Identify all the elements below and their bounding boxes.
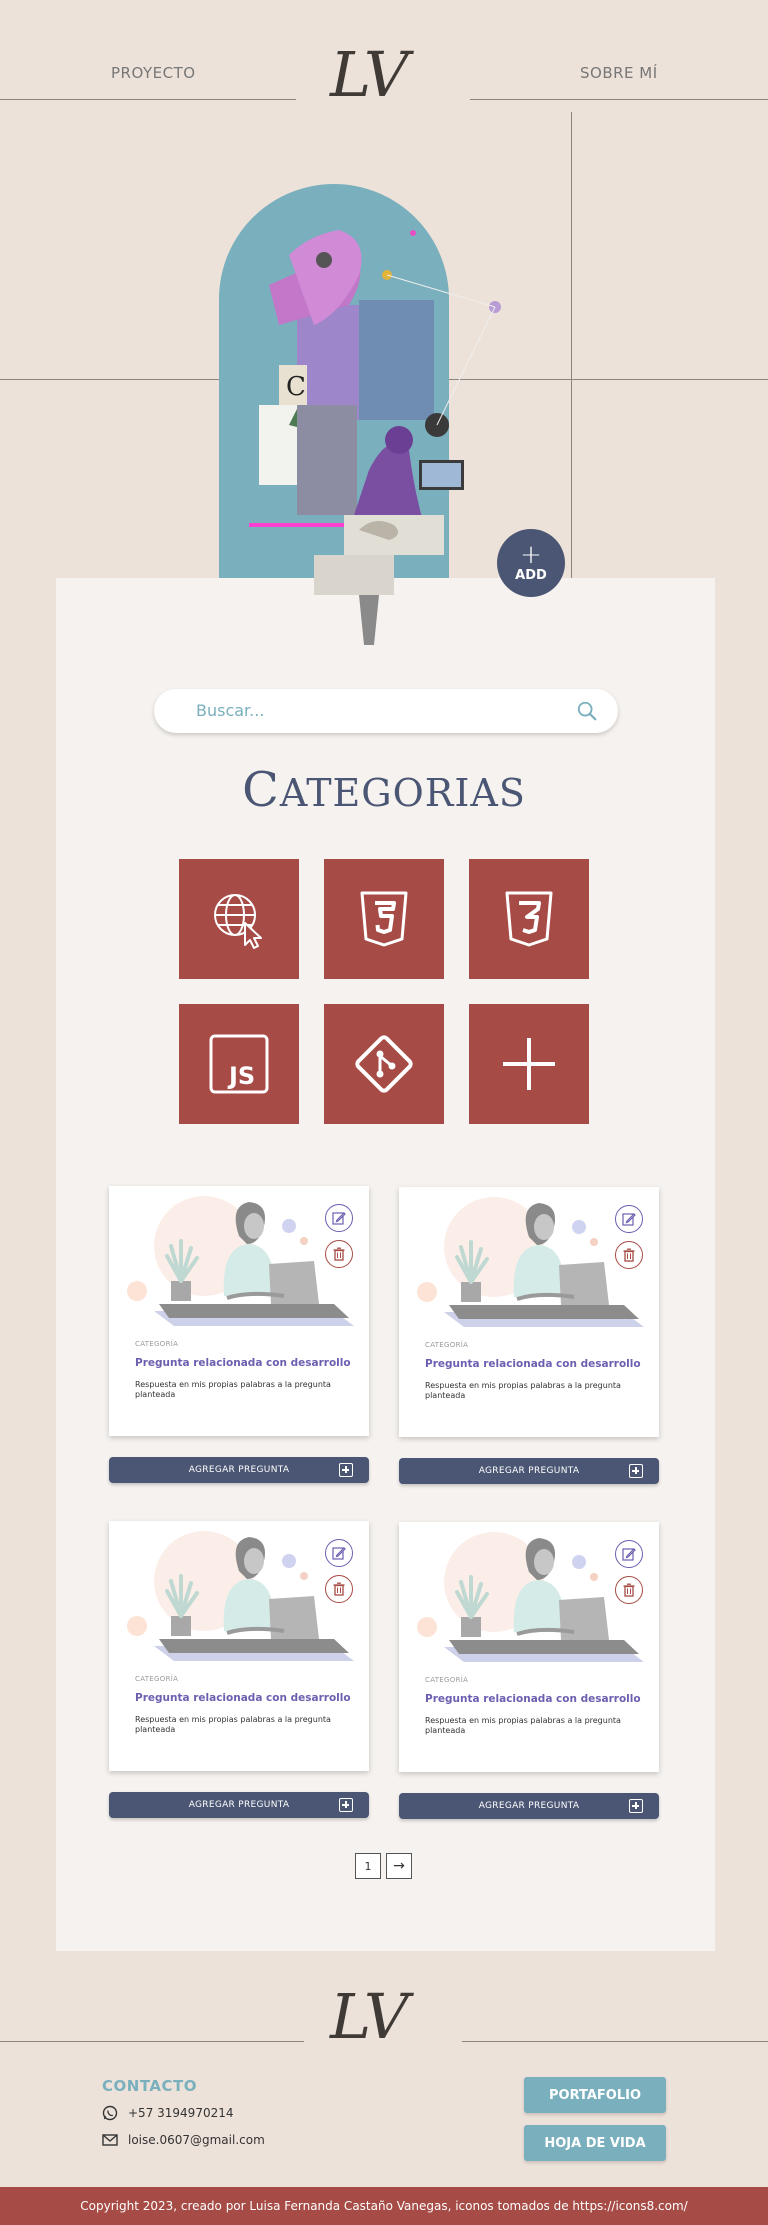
portfolio-button[interactable]: PORTAFOLIO: [524, 2077, 666, 2113]
hero-collage-image: C: [249, 230, 501, 645]
card-question[interactable]: Pregunta relacionada con desarrollo: [425, 1358, 641, 1370]
add-square-icon: [629, 1464, 643, 1478]
git-icon: [355, 1035, 413, 1093]
web-cursor-icon: [214, 894, 262, 949]
search-bar[interactable]: Buscar...: [154, 689, 618, 733]
card-question[interactable]: Pregunta relacionada con desarrollo: [425, 1693, 641, 1705]
css3-icon: [505, 891, 553, 947]
header-divider-right: [470, 99, 768, 100]
add-plus-icon: +: [520, 539, 542, 570]
plus-icon: [503, 1038, 555, 1090]
copyright-bar: Copyright 2023, creado por Luisa Fernand…: [0, 2187, 768, 2225]
header-logo[interactable]: LV: [330, 38, 409, 111]
email-icon: [102, 2134, 118, 2146]
search-icon[interactable]: [576, 700, 598, 722]
add-question-button[interactable]: AGREGAR PREGUNTA: [109, 1792, 369, 1818]
contact-phone[interactable]: +57 3194970214: [102, 2105, 234, 2121]
edit-icon: [332, 1212, 346, 1225]
svg-text:JS: JS: [227, 1062, 255, 1090]
hero-vertical-line: [571, 112, 572, 598]
cv-button[interactable]: HOJA DE VIDA: [524, 2125, 666, 2161]
contact-title: CONTACTO: [102, 2077, 197, 2095]
header: PROYECTO SOBRE MÍ LV: [0, 0, 768, 130]
add-question-button[interactable]: AGREGAR PREGUNTA: [399, 1458, 659, 1484]
add-square-icon: [339, 1463, 353, 1477]
copyright-text: Copyright 2023, creado por Luisa Fernand…: [80, 2199, 688, 2213]
add-button-label: ADD: [515, 567, 547, 583]
nav-link-proyecto[interactable]: PROYECTO: [111, 64, 196, 82]
card-category: CATEGORÍA: [135, 1340, 179, 1348]
category-git[interactable]: [324, 1004, 444, 1124]
add-question-button[interactable]: AGREGAR PREGUNTA: [399, 1793, 659, 1819]
edit-icon: [332, 1547, 346, 1560]
delete-button[interactable]: [615, 1241, 643, 1269]
question-card: CATEGORÍA Pregunta relacionada con desar…: [109, 1521, 369, 1771]
categories-title-initial: C: [242, 762, 280, 818]
edit-button[interactable]: [615, 1205, 643, 1233]
add-question-button[interactable]: AGREGAR PREGUNTA: [109, 1457, 369, 1483]
edit-button[interactable]: [325, 1539, 353, 1567]
javascript-icon: JS: [209, 1034, 269, 1094]
edit-button[interactable]: [325, 1204, 353, 1232]
card-answer: Respuesta en mis propias palabras a la p…: [135, 1380, 331, 1399]
card-category: CATEGORÍA: [425, 1341, 469, 1349]
question-card: CATEGORÍA Pregunta relacionada con desar…: [399, 1187, 659, 1437]
delete-button[interactable]: [615, 1576, 643, 1604]
next-page-button[interactable]: →: [386, 1853, 412, 1879]
header-divider-left: [0, 99, 296, 100]
question-card: CATEGORÍA Pregunta relacionada con desar…: [399, 1522, 659, 1772]
page-number-1[interactable]: 1: [355, 1853, 381, 1879]
search-input[interactable]: Buscar...: [196, 701, 264, 720]
svg-text:C: C: [286, 372, 306, 402]
nav-link-sobre-mi[interactable]: SOBRE MÍ: [580, 64, 658, 82]
phone-text: +57 3194970214: [128, 2106, 234, 2120]
footer-divider-left: [0, 2041, 304, 2042]
add-question-label: AGREGAR PREGUNTA: [188, 1465, 290, 1475]
trash-icon: [623, 1248, 635, 1262]
edit-button[interactable]: [615, 1540, 643, 1568]
card-category: CATEGORÍA: [425, 1676, 469, 1684]
edit-icon: [622, 1548, 636, 1561]
delete-button[interactable]: [325, 1240, 353, 1268]
email-text: loise.0607@gmail.com: [128, 2133, 265, 2147]
category-web[interactable]: [179, 859, 299, 979]
footer-logo: LV: [330, 1980, 409, 2053]
add-square-icon: [339, 1798, 353, 1812]
edit-icon: [622, 1213, 636, 1226]
category-html5[interactable]: [324, 859, 444, 979]
trash-icon: [333, 1582, 345, 1596]
trash-icon: [623, 1583, 635, 1597]
category-javascript[interactable]: JS: [179, 1004, 299, 1124]
categories-title: CATEGORIAS: [0, 762, 768, 818]
add-button[interactable]: + ADD: [497, 529, 565, 597]
card-question[interactable]: Pregunta relacionada con desarrollo: [135, 1357, 351, 1369]
card-answer: Respuesta en mis propias palabras a la p…: [425, 1381, 621, 1400]
card-answer: Respuesta en mis propias palabras a la p…: [425, 1716, 621, 1735]
card-answer: Respuesta en mis propias palabras a la p…: [135, 1715, 331, 1734]
whatsapp-icon: [102, 2105, 118, 2121]
contact-email[interactable]: loise.0607@gmail.com: [102, 2133, 265, 2147]
add-square-icon: [629, 1799, 643, 1813]
card-question[interactable]: Pregunta relacionada con desarrollo: [135, 1692, 351, 1704]
add-question-label: AGREGAR PREGUNTA: [188, 1800, 290, 1810]
category-css3[interactable]: [469, 859, 589, 979]
trash-icon: [333, 1247, 345, 1261]
html5-icon: [360, 891, 408, 947]
add-question-label: AGREGAR PREGUNTA: [478, 1801, 580, 1811]
question-card: CATEGORÍA Pregunta relacionada con desar…: [109, 1186, 369, 1436]
add-question-label: AGREGAR PREGUNTA: [478, 1466, 580, 1476]
card-category: CATEGORÍA: [135, 1675, 179, 1683]
delete-button[interactable]: [325, 1575, 353, 1603]
categories-title-rest: ATEGORIAS: [279, 771, 526, 815]
category-add[interactable]: [469, 1004, 589, 1124]
footer-divider-right: [462, 2041, 768, 2042]
